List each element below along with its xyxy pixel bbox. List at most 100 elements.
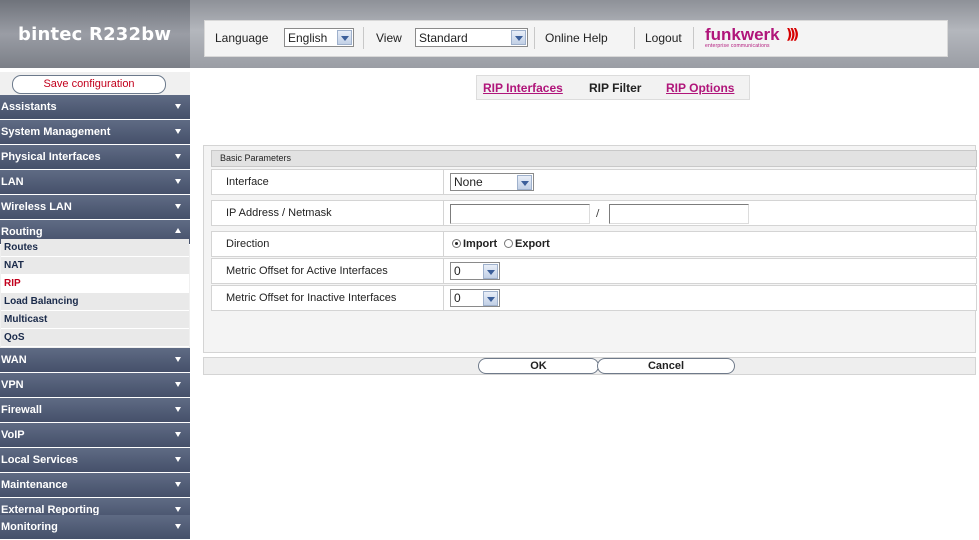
sidebar-item-label: Monitoring (1, 521, 58, 533)
chevron-down-icon (175, 357, 181, 362)
column-divider (443, 259, 444, 283)
sidebar-item-label: System Management (1, 126, 111, 138)
sidebar-subitem-label: Multicast (4, 314, 48, 325)
product-title: bintec R232bw (18, 24, 172, 45)
metric-inactive-row: Metric Offset for Inactive Interfaces 0 (211, 285, 977, 311)
chevron-down-icon (511, 30, 526, 45)
online-help-link[interactable]: Online Help (545, 31, 608, 45)
sidebar-item-assistants[interactable]: Assistants (0, 95, 190, 120)
section-header: Basic Parameters (211, 150, 977, 167)
sidebar-subitem-label: QoS (4, 332, 25, 343)
sidebar-item-vpn[interactable]: VPN (0, 373, 190, 398)
sidebar-item-wireless-lan[interactable]: Wireless LAN (0, 195, 190, 220)
sidebar-item-local-services[interactable]: Local Services (0, 448, 190, 473)
toolbar-divider (693, 27, 694, 49)
column-divider (443, 201, 444, 225)
sidebar-item-maintenance[interactable]: Maintenance (0, 473, 190, 498)
chevron-down-icon (337, 30, 352, 45)
cancel-button[interactable]: Cancel (597, 358, 735, 374)
logout-link[interactable]: Logout (645, 31, 682, 45)
sidebar-item-monitoring[interactable]: Monitoring (0, 515, 190, 540)
chevron-down-icon (175, 204, 181, 209)
sidebar-item-label: Physical Interfaces (1, 151, 101, 163)
sidebar-item-wan[interactable]: WAN (0, 348, 190, 373)
sidebar-subitem-multicast[interactable]: Multicast (1, 311, 189, 329)
tab-rip-interfaces[interactable]: RIP Interfaces (483, 81, 563, 95)
sidebar-item-label: Assistants (1, 101, 57, 113)
chevron-down-icon (517, 175, 532, 190)
view-select[interactable]: Standard (415, 28, 528, 47)
sidebar-item-physical-interfaces[interactable]: Physical Interfaces (0, 145, 190, 170)
column-divider (443, 170, 444, 194)
sidebar-item-label: VPN (1, 379, 24, 391)
export-radio[interactable] (504, 239, 513, 248)
import-label: Import (463, 238, 498, 250)
sidebar-subitem-load-balancing[interactable]: Load Balancing (1, 293, 189, 311)
tab-rip-filter[interactable]: RIP Filter (589, 81, 641, 95)
ok-button[interactable]: OK (478, 358, 599, 374)
export-label: Export (515, 238, 550, 250)
sidebar-subitem-nat[interactable]: NAT (1, 257, 189, 275)
chevron-down-icon (175, 407, 181, 412)
metric-inactive-value: 0 (454, 291, 461, 305)
save-configuration-button[interactable]: Save configuration (12, 75, 166, 94)
sidebar-item-label: WAN (1, 354, 27, 366)
chevron-down-icon (483, 264, 498, 279)
action-bar: OK Cancel (203, 357, 976, 375)
netmask-input[interactable] (609, 204, 749, 224)
sidebar-item-label: LAN (1, 176, 24, 188)
chevron-down-icon (175, 179, 181, 184)
metric-active-row: Metric Offset for Active Interfaces 0 (211, 258, 977, 284)
direction-label: Direction (226, 238, 270, 250)
language-value: English (288, 31, 328, 45)
view-value: Standard (419, 31, 468, 45)
logo-waves-icon: ))) (786, 27, 799, 43)
chevron-down-icon (175, 524, 181, 529)
metric-active-label: Metric Offset for Active Interfaces (226, 265, 388, 277)
sidebar-subitem-label: NAT (4, 260, 24, 271)
metric-inactive-label: Metric Offset for Inactive Interfaces (226, 292, 397, 304)
ip-netmask-row: IP Address / Netmask / (211, 200, 977, 226)
sidebar-item-lan[interactable]: LAN (0, 170, 190, 195)
chevron-down-icon (175, 507, 181, 512)
interface-select[interactable]: None (450, 173, 534, 191)
import-radio[interactable] (452, 239, 461, 248)
sidebar-item-label: Routing (1, 226, 43, 238)
ip-netmask-label: IP Address / Netmask (226, 207, 332, 219)
ip-address-input[interactable] (450, 204, 590, 224)
sidebar-item-label: Maintenance (1, 479, 68, 491)
sidebar-subitem-qos[interactable]: QoS (1, 329, 189, 347)
sidebar-item-label: Firewall (1, 404, 42, 416)
section-title: Basic Parameters (220, 153, 292, 163)
toolbar-divider (363, 27, 364, 49)
chevron-down-icon (175, 382, 181, 387)
metric-inactive-select[interactable]: 0 (450, 289, 500, 307)
tab-bar: RIP Interfaces RIP Filter RIP Options (476, 75, 750, 100)
view-label: View (376, 31, 402, 45)
top-toolbar: Language English View Standard Online He… (204, 20, 948, 57)
sidebar-item-firewall[interactable]: Firewall (0, 398, 190, 423)
sidebar-subitem-rip[interactable]: RIP (1, 275, 189, 293)
sidebar-item-label: VoIP (1, 429, 25, 441)
sidebar-subitem-label: RIP (4, 278, 21, 289)
interface-label: Interface (226, 176, 269, 188)
logo-tagline: enterprise communications (705, 43, 770, 49)
metric-active-select[interactable]: 0 (450, 262, 500, 280)
tab-rip-options[interactable]: RIP Options (666, 81, 734, 95)
sidebar-subitem-routes[interactable]: Routes (1, 239, 189, 257)
interface-row: Interface None (211, 169, 977, 195)
sidebar-item-label: Wireless LAN (1, 201, 72, 213)
chevron-down-icon (175, 457, 181, 462)
interface-value: None (454, 175, 483, 189)
chevron-down-icon (483, 291, 498, 306)
column-divider (443, 232, 444, 256)
basic-parameters-panel: Basic Parameters Interface None IP Addre… (203, 145, 977, 353)
chevron-down-icon (175, 432, 181, 437)
sidebar-item-system-management[interactable]: System Management (0, 120, 190, 145)
chevron-down-icon (175, 104, 181, 109)
language-select[interactable]: English (284, 28, 354, 47)
metric-active-value: 0 (454, 264, 461, 278)
column-divider (443, 286, 444, 310)
sidebar-item-voip[interactable]: VoIP (0, 423, 190, 448)
direction-row: Direction Import Export (211, 231, 977, 257)
